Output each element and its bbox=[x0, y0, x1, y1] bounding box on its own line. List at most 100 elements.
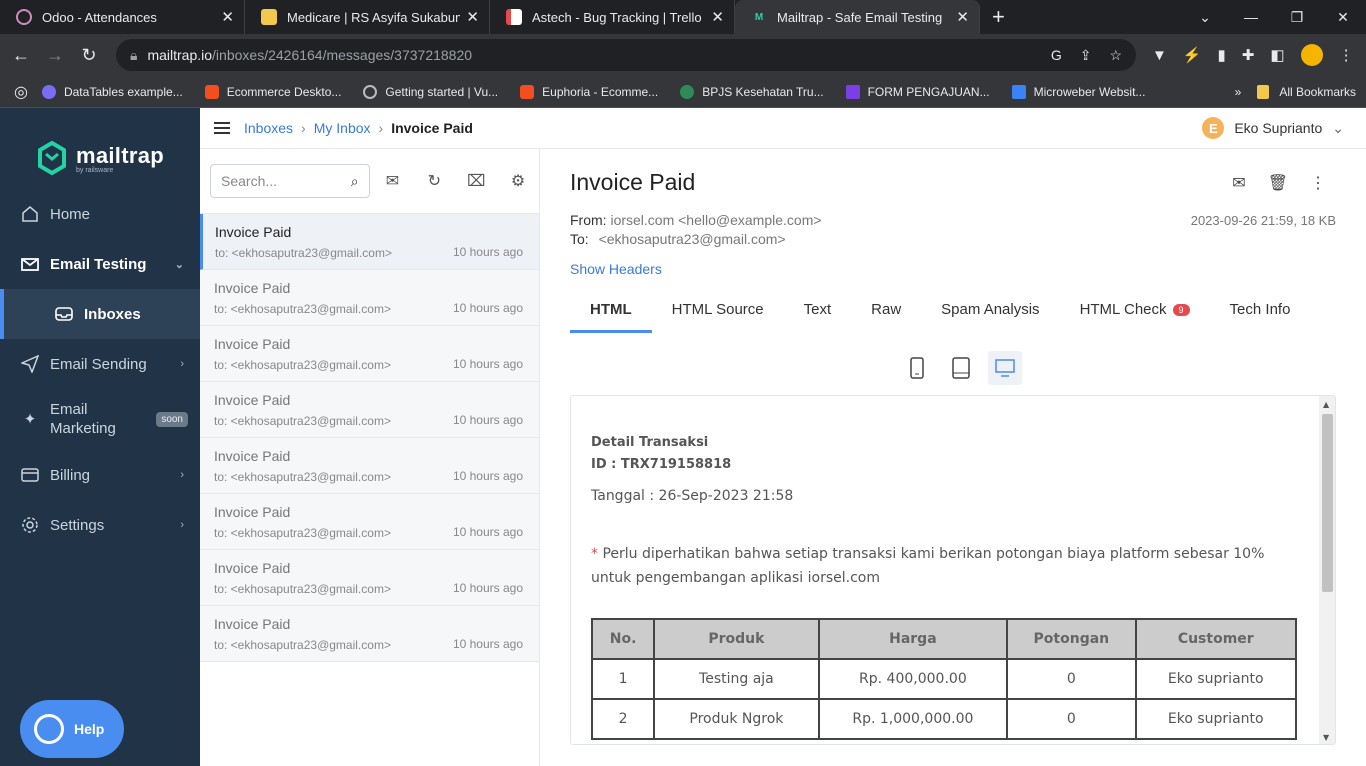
new-tab-icon[interactable]: + bbox=[992, 4, 1005, 30]
sidebar-item-inboxes[interactable]: Inboxes bbox=[0, 289, 200, 339]
table-body: 1 Testing aja Rp. 400,000.00 0 Eko suprianto… bbox=[590, 658, 1298, 740]
sidebar-item-settings[interactable]: Settings › bbox=[0, 500, 200, 550]
reload-icon[interactable]: ↻ bbox=[72, 45, 106, 66]
message-list-item[interactable]: Invoice Paid to: <ekhosaputra23@gmail.com… bbox=[200, 382, 539, 438]
sidebar-item-email-marketing[interactable]: ✦ Email Marketing soon bbox=[0, 399, 200, 439]
table-header-cell: No. bbox=[590, 618, 656, 660]
breadcrumb-my-inbox[interactable]: My Inbox bbox=[314, 120, 371, 136]
tab-html-check[interactable]: HTML Check 9 bbox=[1060, 289, 1210, 333]
browser-tab-trello[interactable]: Astech - Bug Tracking | Trello ✕ bbox=[490, 0, 735, 34]
scroll-up-icon[interactable]: ▲ bbox=[1323, 400, 1329, 409]
side-panel-icon[interactable]: ◧ bbox=[1270, 46, 1284, 64]
message-actions: ✉ 🗑︎ ⋮ bbox=[1232, 173, 1326, 193]
message-list-item[interactable]: Invoice Paid to: <ekhosaputra23@gmail.com… bbox=[200, 326, 539, 382]
browser-tab-strip: Odoo - Attendances ✕ Medicare | RS Asyif… bbox=[0, 0, 1366, 34]
bookmark-item[interactable]: DataTables example... bbox=[41, 84, 183, 99]
google-icon[interactable]: G bbox=[1051, 47, 1062, 64]
close-tab-icon[interactable]: ✕ bbox=[956, 8, 969, 26]
vue-devtools-icon[interactable]: ▼ bbox=[1152, 47, 1167, 64]
forward-icon[interactable]: → bbox=[38, 45, 72, 66]
refresh-icon[interactable]: ↻ bbox=[413, 171, 455, 191]
scroll-down-icon[interactable]: ▼ bbox=[1323, 733, 1329, 742]
table-row: 2 Produk Ngrok Rp. 1,000,000.00 0 Eko supria… bbox=[590, 698, 1298, 740]
bookmark-item[interactable]: BPJS Kesehatan Tru... bbox=[680, 84, 824, 99]
message-subject: Invoice Paid bbox=[214, 504, 291, 520]
sidebar-item-email-testing[interactable]: Email Testing ⌄ bbox=[0, 239, 200, 289]
share-icon[interactable]: ⇪ bbox=[1080, 47, 1092, 64]
tab-search-icon[interactable]: ⌄ bbox=[1182, 9, 1228, 26]
browser-tab-mailtrap[interactable]: M Mailtrap - Safe Email Testing ✕ bbox=[735, 0, 980, 34]
message-time: 10 hours ago bbox=[452, 245, 523, 259]
bookmark-item[interactable]: Getting started | Vu... bbox=[363, 84, 498, 99]
show-headers-link[interactable]: Show Headers bbox=[570, 261, 662, 277]
sidebar-item-billing[interactable]: Billing › bbox=[0, 450, 200, 500]
bookmark-item[interactable]: FORM PENGAJUAN... bbox=[845, 84, 990, 99]
all-bookmarks[interactable]: » All Bookmarks bbox=[1235, 84, 1356, 99]
close-tab-icon[interactable]: ✕ bbox=[221, 8, 234, 26]
scrollbar-thumb[interactable] bbox=[1322, 414, 1333, 592]
tab-raw[interactable]: Raw bbox=[851, 289, 921, 333]
search-input[interactable]: Search... ⌕ bbox=[210, 164, 370, 198]
table-header-cell: Produk bbox=[653, 618, 820, 660]
extensions-puzzle-icon[interactable]: ✚ bbox=[1242, 46, 1255, 64]
close-window-icon[interactable]: ✕ bbox=[1320, 9, 1366, 26]
globe-icon[interactable]: ◎ bbox=[14, 82, 28, 102]
user-menu[interactable]: E Eko Suprianto ⌄ bbox=[1202, 117, 1344, 139]
tab-tech-info[interactable]: Tech Info bbox=[1210, 289, 1311, 333]
tablet-view-icon[interactable] bbox=[944, 351, 978, 385]
message-list-item[interactable]: Invoice Paid to: <ekhosaputra23@gmail.com… bbox=[200, 550, 539, 606]
minimize-icon[interactable]: — bbox=[1228, 9, 1274, 25]
tab-html[interactable]: HTML bbox=[570, 289, 652, 333]
hamburger-menu-icon[interactable] bbox=[214, 122, 230, 134]
mark-read-icon[interactable]: ✉ bbox=[372, 171, 414, 191]
sidebar-item-home[interactable]: Home bbox=[0, 189, 200, 239]
bookmark-item[interactable]: Euphoria - Ecomme... bbox=[520, 84, 658, 99]
clear-inbox-icon[interactable]: ⌧ bbox=[455, 171, 497, 191]
email-preview[interactable]: Detail Transaksi ID : TRX719158818 Tangg… bbox=[570, 395, 1336, 745]
message-list-item[interactable]: Invoice Paid to: <ekhosaputra23@gmail.com… bbox=[200, 438, 539, 494]
bookmark-item[interactable]: Microweber Websit... bbox=[1011, 84, 1145, 99]
url-input[interactable]: 🔒︎ mailtrap.io /inboxes/2426164/messages… bbox=[116, 39, 1136, 71]
bookmark-item[interactable]: Ecommerce Deskto... bbox=[204, 84, 341, 99]
close-tab-icon[interactable]: ✕ bbox=[711, 8, 724, 26]
message-subject: Invoice Paid bbox=[214, 616, 291, 632]
sidebar-item-email-sending[interactable]: Email Sending › bbox=[0, 339, 200, 389]
tab-html-source[interactable]: HTML Source bbox=[652, 289, 784, 333]
microweber-icon bbox=[1011, 84, 1026, 99]
message-list-item[interactable]: Invoice Paid to: <ekhosaputra23@gmail.com… bbox=[200, 494, 539, 550]
tab-text[interactable]: Text bbox=[784, 289, 852, 333]
desktop-view-icon[interactable] bbox=[988, 351, 1022, 385]
extensions-area: ▼ ⚡ ▮ ✚ ◧ ⋮ bbox=[1152, 44, 1354, 66]
chrome-menu-icon[interactable]: ⋮ bbox=[1339, 46, 1354, 64]
site-info-icon[interactable]: 🔒︎ bbox=[130, 47, 137, 64]
close-tab-icon[interactable]: ✕ bbox=[466, 8, 479, 26]
browser-tab-odoo[interactable]: Odoo - Attendances ✕ bbox=[0, 0, 245, 34]
message-list-item[interactable]: Invoice Paid to: <ekhosaputra23@gmail.com… bbox=[200, 270, 539, 326]
forward-email-icon[interactable]: ✉ bbox=[1232, 173, 1245, 193]
sidebar: mailtrap by railsware Home Email Testing… bbox=[0, 108, 200, 766]
chevron-double-right-icon[interactable]: » bbox=[1235, 85, 1242, 99]
bookmark-star-icon[interactable]: ☆ bbox=[1109, 47, 1122, 64]
message-list-item[interactable]: Invoice Paid to: <ekhosaputra23@gmail.com… bbox=[200, 606, 539, 662]
breadcrumb-inboxes[interactable]: Inboxes bbox=[244, 120, 293, 136]
back-icon[interactable]: ← bbox=[4, 45, 38, 66]
profile-avatar[interactable] bbox=[1300, 44, 1323, 66]
restore-icon[interactable]: ❐ bbox=[1274, 9, 1320, 26]
settings-gear-icon[interactable]: ⚙ bbox=[497, 171, 539, 191]
mailtrap-logo[interactable]: mailtrap by railsware bbox=[0, 108, 200, 188]
preview-scrollbar[interactable]: ▲ ▼ bbox=[1319, 396, 1335, 744]
breadcrumb-separator: › bbox=[378, 120, 384, 136]
extension-icon[interactable]: ▮ bbox=[1218, 46, 1226, 64]
translate-extension-icon[interactable]: ⚡ bbox=[1183, 46, 1202, 64]
tab-spam-analysis[interactable]: Spam Analysis bbox=[921, 289, 1059, 333]
sidebar-item-label: Home bbox=[50, 205, 91, 223]
help-button[interactable]: Help bbox=[20, 700, 124, 758]
message-time: 10 hours ago bbox=[452, 525, 523, 539]
browser-tab-medicare[interactable]: Medicare | RS Asyifa Sukabumi ✕ bbox=[245, 0, 490, 34]
leaf-icon bbox=[680, 84, 695, 99]
trash-icon[interactable]: 🗑︎ bbox=[1268, 173, 1288, 193]
folder-icon bbox=[1257, 84, 1270, 99]
message-list-item[interactable]: Invoice Paid to: <ekhosaputra23@gmail.com… bbox=[200, 214, 539, 270]
mobile-view-icon[interactable] bbox=[900, 351, 934, 385]
more-vertical-icon[interactable]: ⋮ bbox=[1310, 173, 1326, 193]
